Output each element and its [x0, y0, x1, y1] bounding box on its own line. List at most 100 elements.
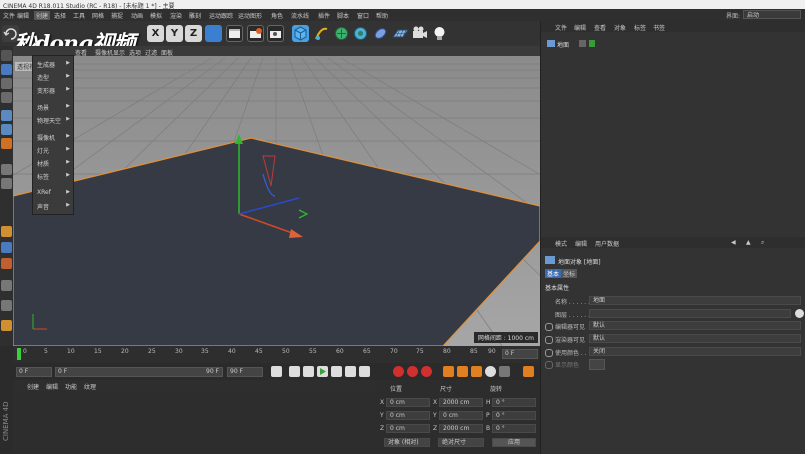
array-icon[interactable]: [352, 25, 369, 42]
display-color-radio[interactable]: [545, 361, 553, 369]
am-menu-edit[interactable]: 编辑: [575, 239, 587, 248]
edges-mode-icon[interactable]: [1, 124, 12, 135]
menu-sculpt[interactable]: 雕刻: [189, 11, 201, 20]
menu-mesh[interactable]: 网格: [92, 11, 104, 20]
size-y-field[interactable]: 0 cm: [439, 411, 483, 420]
render-visible-select[interactable]: 默认: [589, 334, 801, 343]
menu-item-modeling[interactable]: 造型: [37, 73, 49, 82]
viewport-menu-cameras[interactable]: 摄像机: [95, 48, 113, 57]
next-frame-icon[interactable]: [331, 366, 342, 377]
axis-y-lock-button[interactable]: Y: [166, 25, 183, 42]
menu-item-xref[interactable]: XRef: [37, 189, 51, 196]
menu-item-generators[interactable]: 生成器: [37, 60, 55, 69]
mm-menu-edit[interactable]: 编辑: [46, 382, 58, 391]
make-editable-icon[interactable]: [1, 50, 12, 61]
am-menu-user-data[interactable]: 用户数据: [595, 239, 619, 248]
om-menu-tags[interactable]: 标签: [634, 23, 646, 32]
menu-animate[interactable]: 动画: [131, 11, 143, 20]
viewport-menu-display[interactable]: 显示: [113, 48, 125, 57]
om-menu-bookmarks[interactable]: 书签: [653, 23, 665, 32]
mm-menu-texture[interactable]: 纹理: [84, 382, 96, 391]
menu-item-light[interactable]: 灯光: [37, 146, 49, 155]
record-active-icon[interactable]: [393, 366, 404, 377]
menu-plugins[interactable]: 插件: [318, 11, 330, 20]
menu-mograph[interactable]: 运动图形: [238, 11, 262, 20]
editor-visible-select[interactable]: 默认: [589, 321, 801, 330]
rotation-p-field[interactable]: 0 °: [492, 411, 536, 420]
viewport-menu-filter[interactable]: 过滤: [145, 48, 157, 57]
snap-icon[interactable]: [1, 242, 12, 253]
size-x-field[interactable]: 2000 cm: [439, 398, 483, 407]
polygons-mode-icon[interactable]: [1, 138, 12, 149]
go-to-start-icon[interactable]: [271, 366, 282, 377]
scale-key-icon[interactable]: [457, 366, 468, 377]
timeline-menu-icon[interactable]: [523, 366, 534, 377]
menu-item-physical-sky[interactable]: 物理天空: [37, 116, 61, 125]
menu-item-tag[interactable]: 标签: [37, 172, 49, 181]
tweak-icon[interactable]: [1, 178, 12, 189]
use-color-radio[interactable]: [545, 349, 553, 357]
menu-item-sound[interactable]: 声音: [37, 202, 49, 211]
render-to-picture-viewer-icon[interactable]: [247, 25, 264, 42]
size-z-field[interactable]: 2000 cm: [439, 424, 483, 433]
om-menu-objects[interactable]: 对象: [614, 23, 626, 32]
mm-menu-function[interactable]: 功能: [65, 382, 77, 391]
rotation-b-field[interactable]: 0 °: [492, 424, 536, 433]
model-mode-icon[interactable]: [1, 64, 12, 75]
parameter-key-icon[interactable]: [485, 366, 496, 377]
up-arrow-icon[interactable]: ▲: [746, 239, 751, 246]
render-settings-icon[interactable]: [267, 25, 284, 42]
back-arrow-icon[interactable]: ◀: [731, 239, 736, 246]
render-visible-radio[interactable]: [545, 336, 553, 344]
rotation-key-icon[interactable]: [471, 366, 482, 377]
menu-item-deformers[interactable]: 变形器: [37, 86, 55, 95]
current-frame-field[interactable]: 0 F: [502, 349, 538, 359]
menu-file[interactable]: 文件: [3, 11, 15, 20]
enable-check-icon[interactable]: [589, 40, 595, 47]
floor-icon[interactable]: [392, 25, 409, 42]
timeline-ruler[interactable]: 0 5 10 15 20 25 30 35 40 45 50 55 60 65 …: [13, 346, 540, 363]
name-field[interactable]: 地面: [589, 296, 801, 305]
menu-edit[interactable]: 编辑: [17, 11, 29, 20]
play-icon[interactable]: [317, 366, 328, 377]
layout-select[interactable]: 启动: [743, 10, 801, 19]
keyframe-selection-icon[interactable]: [421, 366, 432, 377]
om-menu-file[interactable]: 文件: [555, 23, 567, 32]
end-frame-field[interactable]: 90 F: [227, 367, 263, 377]
tab-coordinates[interactable]: 坐标: [561, 269, 578, 278]
previous-frame-icon[interactable]: [303, 366, 314, 377]
menu-window[interactable]: 窗口: [357, 11, 369, 20]
use-color-select[interactable]: 关闭: [589, 347, 801, 356]
workplane-icon[interactable]: [1, 92, 12, 103]
menu-item-material[interactable]: 材质: [37, 159, 49, 168]
grid-plane-icon[interactable]: [1, 280, 12, 291]
menu-render[interactable]: 渲染: [170, 11, 182, 20]
coordinate-mode-select[interactable]: 对象 (相对): [384, 438, 430, 447]
visibility-dots-icon[interactable]: [579, 40, 586, 47]
coordinate-system-icon[interactable]: [205, 25, 222, 42]
position-z-field[interactable]: 0 cm: [386, 424, 430, 433]
point-level-icon[interactable]: [499, 366, 510, 377]
position-key-icon[interactable]: [443, 366, 454, 377]
layer-field[interactable]: [589, 309, 791, 318]
frame-range-slider[interactable]: 0 F 90 F: [55, 367, 223, 377]
bend-deformer-icon[interactable]: [372, 25, 389, 42]
menu-item-scene[interactable]: 场景: [37, 103, 49, 112]
enable-axis-icon[interactable]: [1, 164, 12, 175]
position-x-field[interactable]: 0 cm: [386, 398, 430, 407]
go-to-end-icon[interactable]: [359, 366, 370, 377]
lock-workplane-icon[interactable]: [1, 258, 12, 269]
menu-help[interactable]: 帮助: [376, 11, 388, 20]
apply-button[interactable]: 应用: [492, 438, 536, 447]
magnet-icon[interactable]: [1, 226, 12, 237]
axis-z-lock-button[interactable]: Z: [185, 25, 202, 42]
camera-icon[interactable]: [411, 25, 428, 42]
autokey-icon[interactable]: [407, 366, 418, 377]
solo-icon[interactable]: [1, 300, 12, 311]
next-key-icon[interactable]: [345, 366, 356, 377]
search-icon[interactable]: ⌕: [761, 239, 764, 247]
editor-visible-radio[interactable]: [545, 323, 553, 331]
playhead[interactable]: [17, 348, 21, 360]
start-frame-field[interactable]: 0 F: [16, 367, 52, 377]
display-color-swatch[interactable]: [589, 359, 605, 370]
